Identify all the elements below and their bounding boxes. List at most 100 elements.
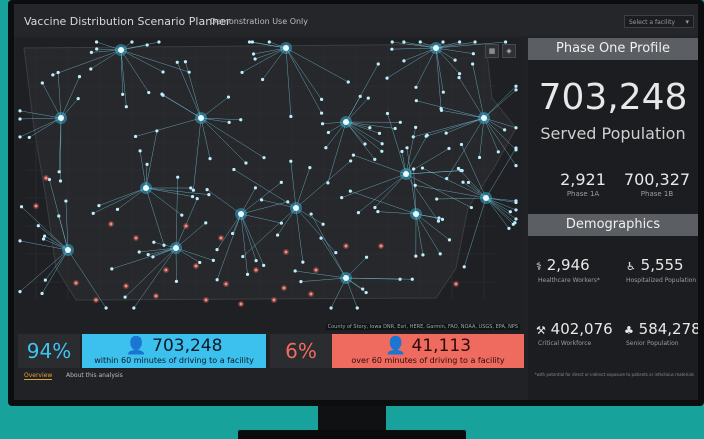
served-location xyxy=(329,306,333,310)
layers-icon[interactable]: ◈ xyxy=(502,44,516,58)
facility-marker[interactable] xyxy=(238,211,244,217)
critical-workforce-label: Critical Workforce xyxy=(538,340,592,347)
served-location xyxy=(438,252,442,256)
served-location xyxy=(456,166,461,171)
served-location xyxy=(473,40,477,44)
chevron-down-icon: ▾ xyxy=(685,18,689,26)
facility-marker[interactable] xyxy=(143,185,149,191)
served-location xyxy=(121,92,125,96)
served-location xyxy=(513,221,517,225)
unserved-location xyxy=(124,284,128,288)
monitor-stand-base xyxy=(238,430,466,439)
within-percent: 94% xyxy=(18,334,80,368)
served-location xyxy=(244,161,248,165)
senior-value: 584,278 xyxy=(638,320,698,338)
served-location xyxy=(377,131,382,135)
facility-marker[interactable] xyxy=(343,119,349,125)
served-location xyxy=(376,210,380,214)
unserved-location xyxy=(219,236,223,240)
served-location xyxy=(405,146,409,150)
served-location xyxy=(247,40,252,44)
served-location xyxy=(260,77,265,82)
facility-marker[interactable] xyxy=(433,45,439,51)
app-subtitle: Demonstration Use Only xyxy=(210,17,309,26)
map-tools: ▦ ◈ xyxy=(485,44,516,58)
facility-marker[interactable] xyxy=(58,115,64,121)
served-location xyxy=(385,76,389,80)
served-location xyxy=(420,166,425,170)
app-title: Vaccine Distribution Scenario Planner xyxy=(24,15,231,28)
served-location xyxy=(514,199,518,203)
facility-marker[interactable] xyxy=(198,115,204,121)
served-location xyxy=(160,92,164,96)
served-location xyxy=(319,111,324,115)
facility-marker[interactable] xyxy=(65,247,71,253)
served-location xyxy=(414,254,418,258)
facility-marker[interactable] xyxy=(413,211,419,217)
served-location xyxy=(477,155,482,160)
served-location xyxy=(251,52,256,56)
served-location xyxy=(514,146,518,150)
unserved-location xyxy=(309,292,313,296)
senior-label: Senior Population xyxy=(626,340,679,347)
served-location xyxy=(232,167,236,172)
unserved-location xyxy=(44,176,48,180)
served-location xyxy=(440,217,445,221)
served-location xyxy=(363,142,367,146)
served-location xyxy=(157,40,161,44)
served-location xyxy=(324,146,328,150)
facility-network-map[interactable]: ▦ ◈ County of Story, Iowa DNR, Esri, HER… xyxy=(16,38,524,332)
served-location xyxy=(349,159,353,163)
within-count: 703,248 xyxy=(152,336,223,356)
facility-marker[interactable] xyxy=(481,115,487,121)
served-location xyxy=(40,291,44,296)
basemap-gallery-icon[interactable]: ▦ xyxy=(485,44,499,58)
served-location xyxy=(460,169,464,173)
served-location xyxy=(508,210,512,214)
facility-marker[interactable] xyxy=(343,275,349,281)
served-location xyxy=(64,199,68,203)
unserved-location xyxy=(454,282,458,286)
served-location xyxy=(215,248,219,252)
tab-overview[interactable]: Overview xyxy=(24,372,53,380)
unserved-location xyxy=(94,298,98,302)
served-location xyxy=(462,265,466,269)
served-location xyxy=(301,260,305,264)
served-location xyxy=(458,40,462,44)
facility-select[interactable]: Select a facility ▾ xyxy=(624,15,694,28)
senior-icon: ♣ xyxy=(624,324,634,337)
served-location xyxy=(147,90,151,95)
served-location xyxy=(174,279,179,284)
map-canvas[interactable] xyxy=(16,38,524,332)
served-location xyxy=(189,186,193,190)
served-location xyxy=(368,126,372,130)
facility-marker[interactable] xyxy=(403,171,409,177)
served-location xyxy=(390,47,394,51)
hospitalized-value: 5,555 xyxy=(640,256,684,274)
served-location xyxy=(89,67,93,71)
served-location xyxy=(145,43,149,47)
served-location xyxy=(425,133,429,137)
served-location xyxy=(457,72,462,76)
phase-1a-value: 2,921 xyxy=(560,170,606,189)
served-location xyxy=(398,120,402,124)
served-location xyxy=(95,47,99,51)
served-location xyxy=(58,179,63,183)
served-location xyxy=(245,272,250,276)
critical-workforce-row: ⚒ 402,076 xyxy=(536,320,613,338)
facility-marker[interactable] xyxy=(483,195,489,201)
facility-marker[interactable] xyxy=(293,205,299,211)
served-location xyxy=(267,40,271,44)
facility-marker[interactable] xyxy=(173,245,179,251)
served-location xyxy=(43,278,47,282)
facility-marker[interactable] xyxy=(118,47,124,53)
unserved-location xyxy=(254,268,258,272)
critical-workforce-value: 402,076 xyxy=(550,320,613,338)
served-location xyxy=(380,149,384,153)
facility-marker[interactable] xyxy=(283,45,289,51)
served-location xyxy=(459,142,464,147)
served-location xyxy=(356,211,361,215)
served-location xyxy=(471,62,475,66)
tab-about-analysis[interactable]: About this analysis xyxy=(66,372,123,379)
served-location xyxy=(393,126,397,131)
